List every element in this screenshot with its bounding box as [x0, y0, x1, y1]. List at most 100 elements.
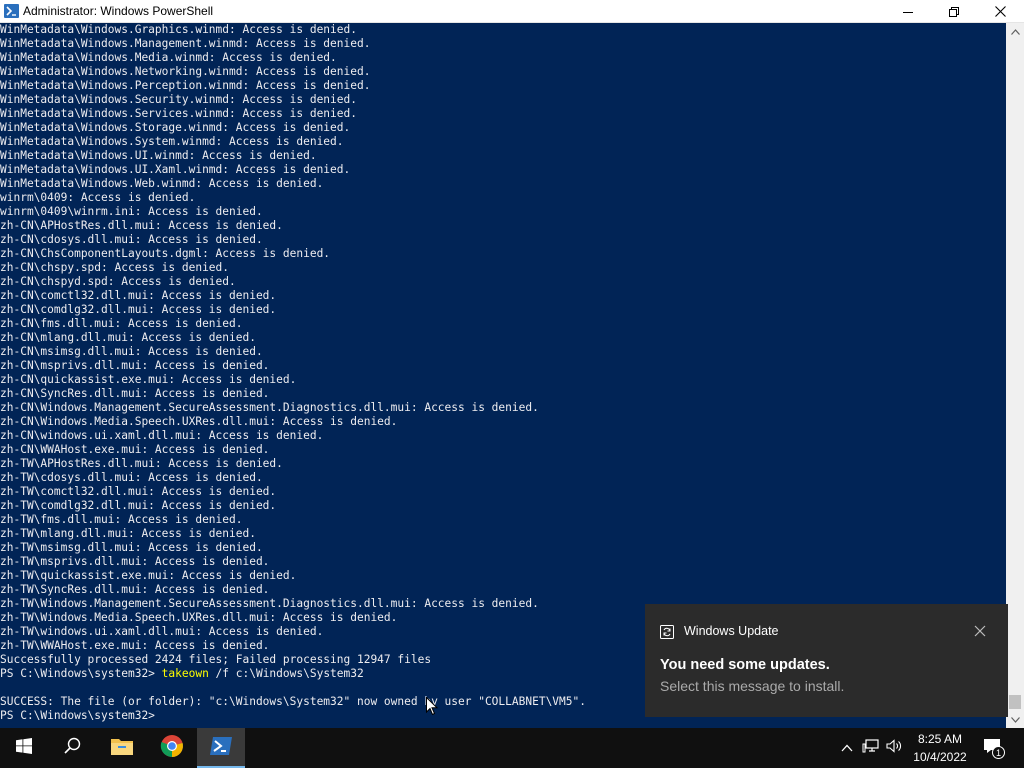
prompt: PS C:\Windows\system32>	[0, 667, 162, 680]
console-line: zh-CN\mlang.dll.mui: Access is denied.	[0, 331, 256, 344]
console-line: zh-CN\APHostRes.dll.mui: Access is denie…	[0, 219, 283, 232]
console-line: zh-CN\fms.dll.mui: Access is denied.	[0, 317, 243, 330]
notification-headline: You need some updates.	[660, 657, 830, 673]
console-line: zh-TW\msimsg.dll.mui: Access is denied.	[0, 541, 263, 554]
title-bar: Administrator: Windows PowerShell	[0, 0, 1024, 23]
close-icon	[971, 625, 989, 644]
window-title: Administrator: Windows PowerShell	[23, 4, 214, 18]
chrome-icon	[160, 734, 184, 763]
command-args: /f c:\Windows\System32	[208, 667, 364, 680]
console-line: zh-TW\cdosys.dll.mui: Access is denied.	[0, 471, 263, 484]
console-line: zh-TW\Windows.Media.Speech.UXRes.dll.mui…	[0, 611, 398, 624]
minimize-icon	[903, 7, 913, 17]
console-line: zh-CN\cdosys.dll.mui: Access is denied.	[0, 233, 263, 246]
blank-line	[0, 681, 586, 695]
console-line: WinMetadata\Windows.UI.winmd: Access is …	[0, 149, 317, 162]
console-line: WinMetadata\Windows.Perception.winmd: Ac…	[0, 79, 371, 92]
clock[interactable]: 8:25 AM 10/4/2022	[905, 730, 975, 766]
console-line: zh-TW\Windows.Management.SecureAssessmen…	[0, 597, 539, 610]
console-lines: WinMetadata\Windows.Graphics.winmd: Acce…	[0, 23, 586, 723]
volume-icon	[886, 738, 902, 758]
current-prompt[interactable]: PS C:\Windows\system32>	[0, 709, 586, 723]
clock-time: 8:25 AM	[917, 732, 963, 746]
console-line: WinMetadata\Windows.System.winmd: Access…	[0, 135, 344, 148]
clock-date: 10/4/2022	[913, 750, 967, 764]
search-button[interactable]	[48, 728, 96, 768]
console-line: WinMetadata\Windows.UI.Xaml.winmd: Acces…	[0, 163, 351, 176]
console-line: zh-CN\comctl32.dll.mui: Access is denied…	[0, 289, 277, 302]
console-line: WinMetadata\Windows.Storage.winmd: Acces…	[0, 121, 351, 134]
console-line: zh-TW\mlang.dll.mui: Access is denied.	[0, 527, 256, 540]
console-line: WinMetadata\Windows.Networking.winmd: Ac…	[0, 65, 371, 78]
console-summary-line: Successfully processed 2424 files; Faile…	[0, 653, 432, 666]
console-line: zh-CN\chspy.spd: Access is denied.	[0, 261, 230, 274]
restore-button[interactable]	[931, 0, 977, 23]
windows-logo-icon	[16, 737, 32, 759]
minimize-button[interactable]	[885, 0, 931, 23]
console-line: zh-CN\ChsComponentLayouts.dgml: Access i…	[0, 247, 331, 260]
console-line: zh-TW\windows.ui.xaml.dll.mui: Access is…	[0, 625, 324, 638]
success-line: SUCCESS: The file (or folder): "c:\Windo…	[0, 695, 586, 708]
console-line: zh-CN\Windows.Management.SecureAssessmen…	[0, 401, 539, 414]
console-line: zh-CN\msprivs.dll.mui: Access is denied.	[0, 359, 270, 372]
network-button[interactable]	[860, 728, 882, 768]
console-line: zh-TW\comdlg32.dll.mui: Access is denied…	[0, 499, 277, 512]
console-line: zh-TW\quickassist.exe.mui: Access is den…	[0, 569, 297, 582]
search-icon	[63, 737, 81, 759]
restore-icon	[949, 6, 959, 17]
console-line: WinMetadata\Windows.Graphics.winmd: Acce…	[0, 23, 357, 36]
scroll-up-button[interactable]	[1006, 23, 1024, 40]
console-line: zh-CN\comdlg32.dll.mui: Access is denied…	[0, 303, 277, 316]
console-line: zh-TW\APHostRes.dll.mui: Access is denie…	[0, 457, 283, 470]
console-line: zh-CN\Windows.Media.Speech.UXRes.dll.mui…	[0, 415, 398, 428]
start-button[interactable]	[0, 728, 48, 768]
console-line: zh-TW\SyncRes.dll.mui: Access is denied.	[0, 583, 270, 596]
console-line: WinMetadata\Windows.Services.winmd: Acce…	[0, 107, 357, 120]
notification-icon: 1	[983, 738, 1005, 759]
console-line: WinMetadata\Windows.Security.winmd: Acce…	[0, 93, 357, 106]
console-line: zh-TW\WWAHost.exe.mui: Access is denied.	[0, 639, 270, 652]
console-line: winrm\0409\winrm.ini: Access is denied.	[0, 205, 263, 218]
update-notification[interactable]: Windows Update You need some updates. Se…	[645, 604, 1008, 717]
close-button[interactable]	[977, 0, 1023, 23]
mouse-cursor-icon	[426, 696, 439, 716]
console-line: zh-TW\comctl32.dll.mui: Access is denied…	[0, 485, 277, 498]
action-center-button[interactable]: 1	[980, 728, 1008, 768]
console-line: zh-CN\windows.ui.xaml.dll.mui: Access is…	[0, 429, 324, 442]
close-icon	[994, 6, 1006, 17]
powershell-icon	[4, 4, 19, 18]
notification-close-button[interactable]	[971, 622, 989, 640]
command-line: PS C:\Windows\system32> takeown /f c:\Wi…	[0, 667, 586, 681]
taskbar-powershell[interactable]	[197, 728, 245, 768]
taskbar-chrome[interactable]	[148, 728, 196, 768]
console-line: zh-CN\chspyd.spd: Access is denied.	[0, 275, 236, 288]
console-line: WinMetadata\Windows.Media.winmd: Access …	[0, 51, 337, 64]
notification-count-badge: 1	[992, 746, 1005, 759]
console-line: zh-CN\SyncRes.dll.mui: Access is denied.	[0, 387, 270, 400]
show-hidden-icons-button[interactable]	[838, 728, 856, 768]
taskbar-file-explorer[interactable]	[98, 728, 146, 768]
command-name: takeown	[161, 667, 209, 680]
console-line: zh-TW\fms.dll.mui: Access is denied.	[0, 513, 243, 526]
console-line: WinMetadata\Windows.Management.winmd: Ac…	[0, 37, 371, 50]
taskbar: 8:25 AM 10/4/2022 1	[0, 728, 1024, 768]
chevron-down-icon	[1010, 715, 1020, 725]
vertical-scrollbar[interactable]	[1006, 23, 1024, 728]
scroll-down-button[interactable]	[1006, 711, 1024, 728]
windows-update-icon	[660, 625, 674, 639]
console-line: zh-TW\msprivs.dll.mui: Access is denied.	[0, 555, 270, 568]
network-icon	[862, 738, 880, 758]
folder-icon	[110, 736, 134, 761]
console-line: WinMetadata\Windows.Web.winmd: Access is…	[0, 177, 324, 190]
notification-source: Windows Update	[684, 624, 779, 638]
console-line: winrm\0409: Access is denied.	[0, 191, 196, 204]
console-line: zh-CN\WWAHost.exe.mui: Access is denied.	[0, 443, 270, 456]
powershell-icon	[209, 736, 233, 761]
scroll-thumb[interactable]	[1009, 695, 1021, 709]
chevron-up-icon	[841, 739, 853, 757]
volume-button[interactable]	[884, 728, 904, 768]
console-line: zh-CN\quickassist.exe.mui: Access is den…	[0, 373, 297, 386]
console-line: zh-CN\msimsg.dll.mui: Access is denied.	[0, 345, 263, 358]
chevron-up-icon	[1010, 27, 1020, 37]
notification-body: Select this message to install.	[660, 678, 845, 694]
